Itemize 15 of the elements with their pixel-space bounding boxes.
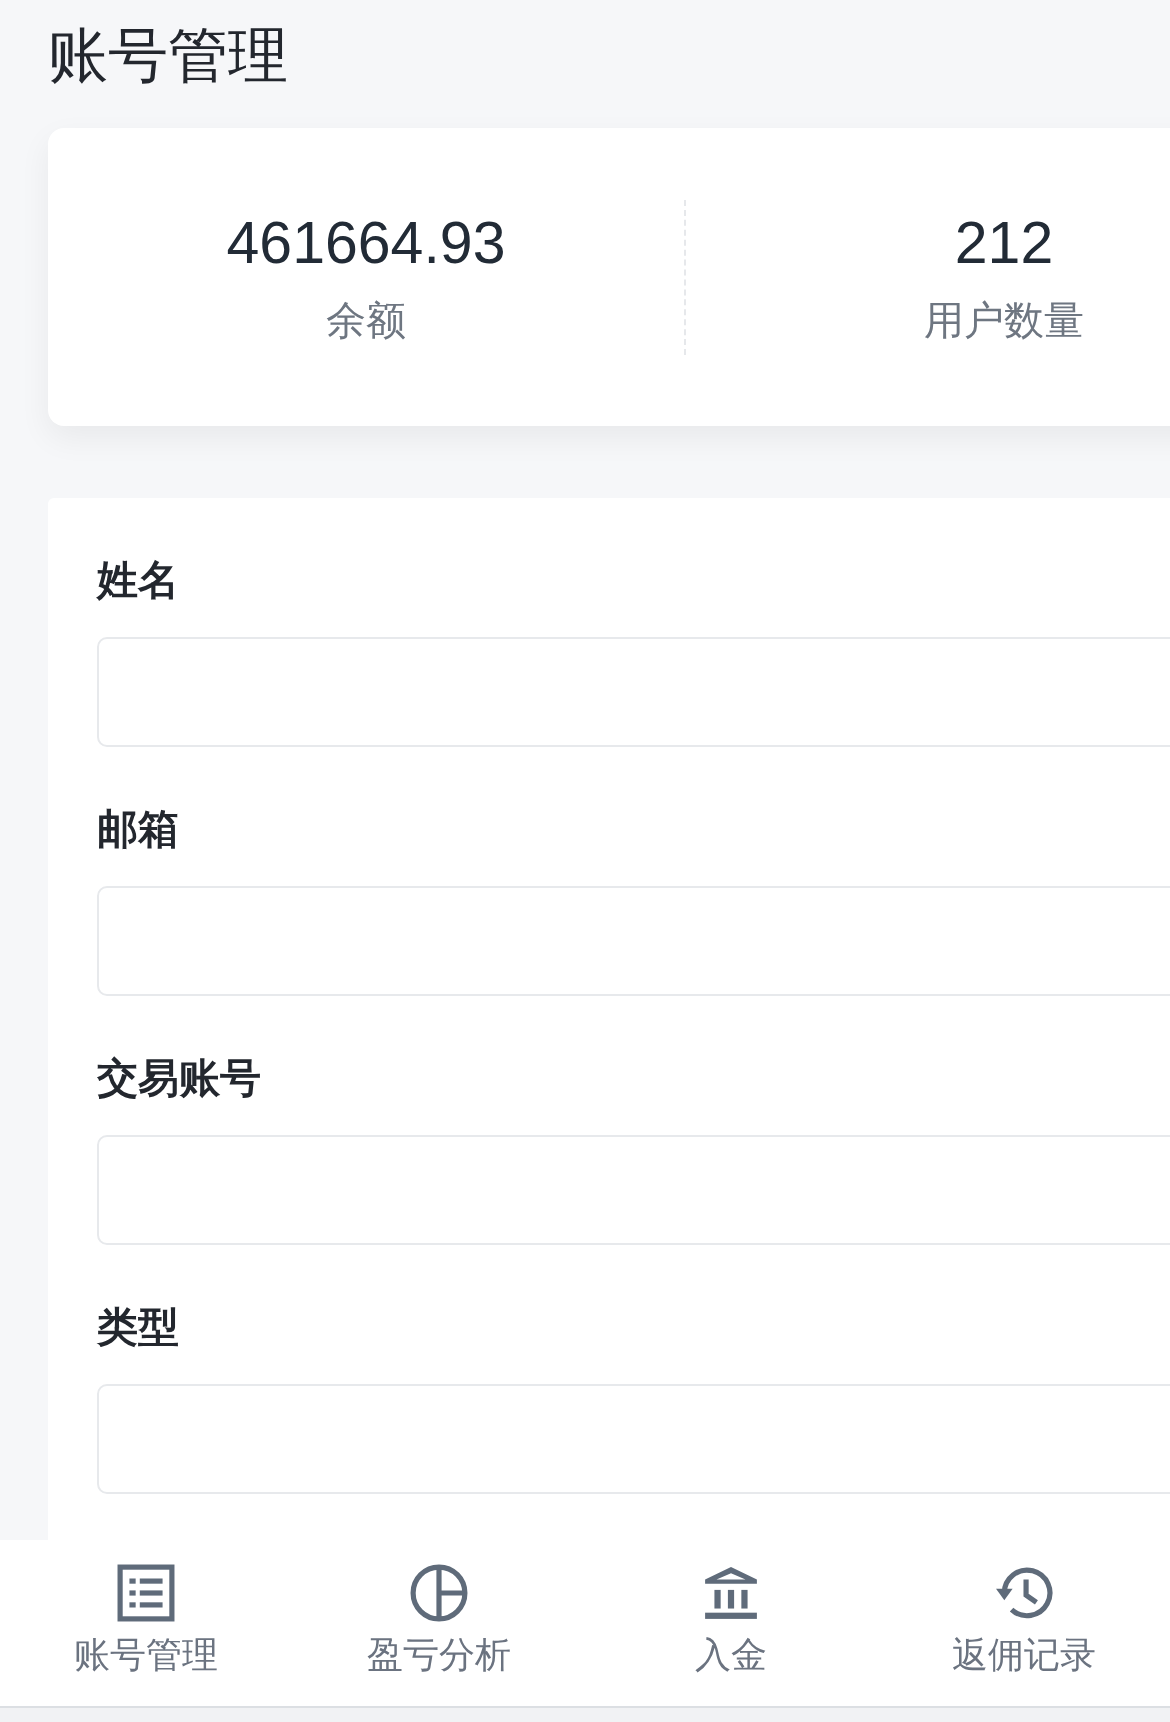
stat-label: 余额 [326,297,406,344]
stat-value: 212 [954,210,1054,276]
field-label: 类型 [97,1303,179,1352]
input-field[interactable] [97,1384,1170,1494]
list-icon [117,1564,176,1622]
pie-chart-icon [409,1564,468,1622]
stat-label: 用户数量 [924,297,1084,344]
field-label: 姓名 [97,556,179,605]
input-field[interactable] [97,1135,1170,1245]
page-title: 账号管理 [48,22,288,90]
input-field[interactable] [97,637,1170,747]
field-label: 交易账号 [97,1054,261,1103]
input-field[interactable] [97,886,1170,996]
stat-value: 461664.93 [226,210,506,276]
field-label: 邮箱 [97,805,179,854]
